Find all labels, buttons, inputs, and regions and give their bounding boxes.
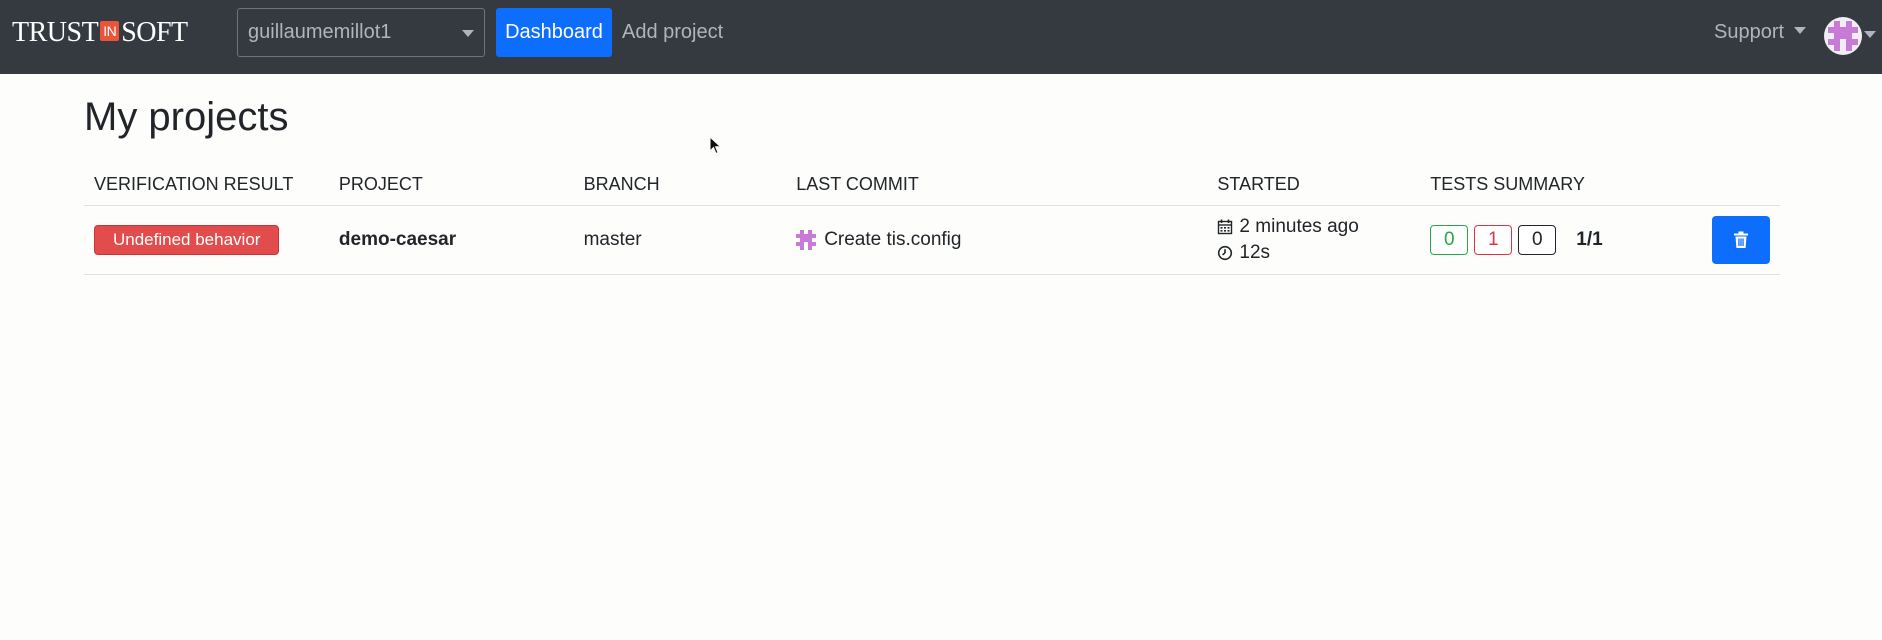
last-commit[interactable]: Create tis.config (796, 229, 1197, 251)
branch-name: master (583, 229, 642, 250)
support-label: Support (1714, 21, 1785, 43)
cell-verification-result: Undefined behavior (84, 205, 329, 275)
header-started[interactable]: STARTED (1207, 163, 1421, 206)
avatar[interactable] (1824, 17, 1862, 55)
started-ago: 2 minutes ago (1217, 214, 1410, 240)
header-project[interactable]: PROJECT (328, 163, 574, 206)
mouse-pointer-icon (709, 135, 723, 161)
cell-branch: master (573, 205, 787, 275)
brand-text-left: TRUST (12, 17, 99, 48)
cell-started: 2 minutes ago 12s (1207, 205, 1421, 275)
header-branch[interactable]: BRANCH (573, 163, 787, 206)
tests-unknown-count[interactable]: 0 (1518, 225, 1557, 255)
duration-text: 12s (1239, 242, 1271, 263)
cell-actions (1702, 205, 1780, 275)
brand-text-right: SOFT (121, 17, 188, 48)
tests-ratio: 1/1 (1576, 229, 1603, 250)
brand-logo[interactable]: TRUST IN SOFT (12, 17, 188, 48)
chevron-down-icon (1864, 30, 1876, 38)
account-select-value: guillaumemillot1 (248, 21, 392, 43)
cell-project: demo-caesar (328, 205, 574, 275)
started-ago-text: 2 minutes ago (1239, 216, 1359, 237)
tests-ko-count[interactable]: 1 (1474, 225, 1513, 255)
nav-add-project-link[interactable]: Add project (622, 8, 723, 57)
table-header-row: VERIFICATION RESULT PROJECT BRANCH LAST … (84, 163, 1780, 206)
committer-avatar-icon (796, 230, 817, 250)
projects-table: VERIFICATION RESULT PROJECT BRANCH LAST … (84, 163, 1780, 275)
nav-add-project-label: Add project (622, 21, 724, 43)
header-verification-result[interactable]: VERIFICATION RESULT (84, 163, 329, 206)
nav-dashboard-button[interactable]: Dashboard (496, 8, 612, 57)
status-badge[interactable]: Undefined behavior (94, 225, 280, 255)
header-tests-summary[interactable]: TESTS SUMMARY (1420, 163, 1702, 206)
tests-ok-count[interactable]: 0 (1430, 225, 1469, 255)
cell-last-commit: Create tis.config (786, 205, 1208, 275)
top-navbar: TRUST IN SOFT guillaumemillot1 Dashboard… (0, 0, 1882, 74)
tests-summary: 0 1 0 1/1 (1430, 225, 1692, 255)
clock-icon (1217, 245, 1233, 261)
calendar-icon (1217, 219, 1233, 235)
nav-dashboard-label: Dashboard (505, 21, 603, 43)
commit-message: Create tis.config (824, 229, 962, 250)
chevron-down-icon (1794, 27, 1807, 34)
account-select[interactable]: guillaumemillot1 (237, 8, 485, 57)
user-menu[interactable] (1824, 16, 1876, 56)
support-dropdown[interactable]: Support (1714, 8, 1807, 57)
identicon-avatar-icon (1828, 21, 1858, 51)
project-name-link[interactable]: demo-caesar (339, 229, 456, 250)
header-last-commit[interactable]: LAST COMMIT (786, 163, 1208, 206)
chevron-down-icon (462, 30, 474, 37)
cell-tests-summary: 0 1 0 1/1 (1420, 205, 1702, 275)
page-title: My projects (84, 95, 289, 139)
header-actions (1702, 163, 1780, 206)
brand-text-middle: IN (100, 21, 120, 41)
delete-project-button[interactable] (1712, 216, 1770, 264)
trash-icon (1734, 231, 1748, 248)
table-row[interactable]: Undefined behavior demo-caesar master Cr… (84, 205, 1780, 275)
duration: 12s (1217, 240, 1410, 266)
